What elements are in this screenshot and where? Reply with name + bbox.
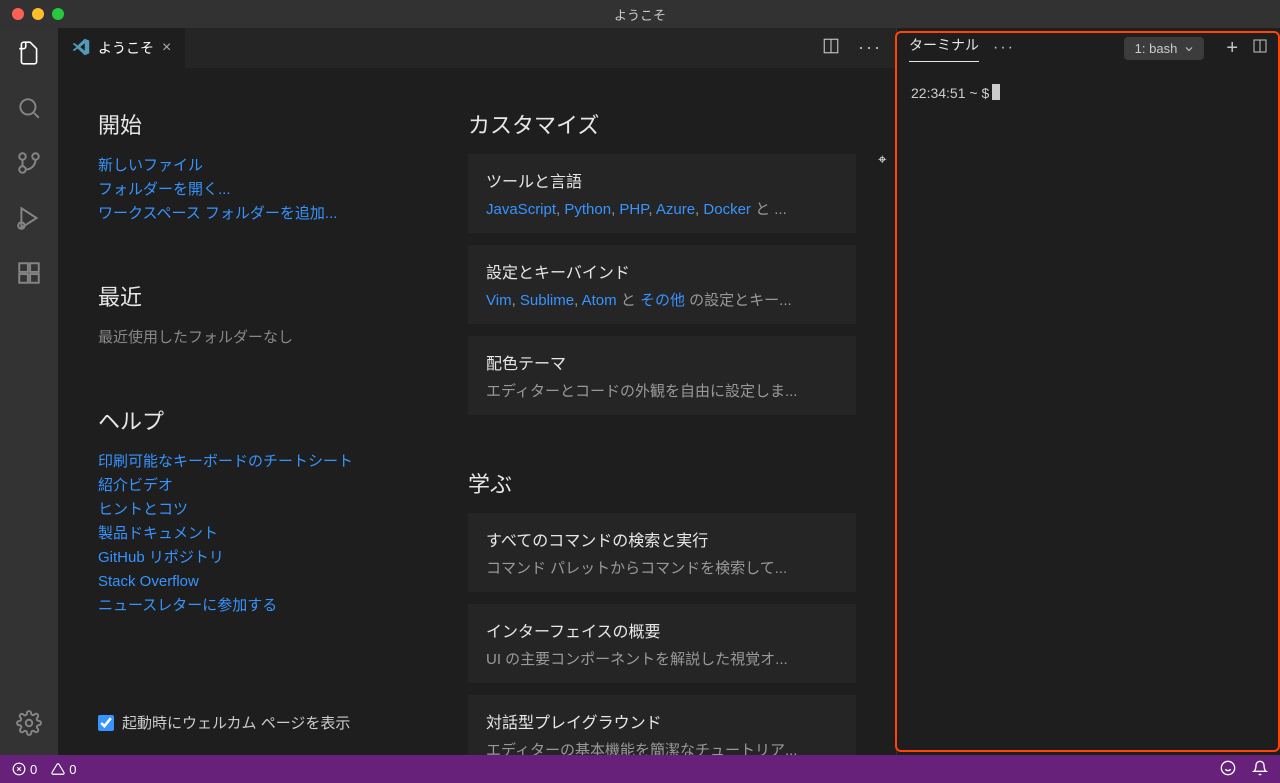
extensions-icon[interactable] [16,260,42,291]
activity-bar [0,28,58,755]
card-playground[interactable]: 対話型プレイグラウンド エディターの基本機能を簡潔なチュートリア... [468,695,856,755]
close-icon[interactable]: × [162,39,171,57]
cursor-icon: ⌖ [878,151,886,168]
recent-none: 最近使用したフォルダーなし [98,326,468,350]
open-folder-link[interactable]: フォルダーを開く... [98,178,468,202]
startup-checkbox-label: 起動時にウェルカム ページを表示 [122,712,350,733]
terminal-panel: ターミナル ··· 1: bash + 22:34:51 ~ $ [896,28,1280,755]
terminal-body[interactable]: 22:34:51 ~ $ [897,68,1280,118]
help-heading: ヘルプ [98,404,468,436]
vscode-icon [72,38,90,59]
minimize-window-button[interactable] [32,8,44,20]
help-intro-link[interactable]: 紹介ビデオ [98,474,468,498]
terminal-prompt: 22:34:51 ~ $ [911,85,989,101]
help-cheatsheet-link[interactable]: 印刷可能なキーボードのチートシート [98,450,468,474]
new-file-link[interactable]: 新しいファイル [98,154,468,178]
recent-heading: 最近 [98,280,468,312]
card-commands[interactable]: すべてのコマンドの検索と実行 コマンド パレットからコマンドを検索して... [468,513,856,592]
more-icon[interactable]: ··· [858,37,882,60]
help-newsletter-link[interactable]: ニュースレターに参加する [98,594,468,618]
terminal-tab[interactable]: ターミナル [909,35,979,62]
status-warnings[interactable]: 0 [51,762,76,777]
card-theme-title: 配色テーマ [486,350,838,374]
startup-checkbox[interactable]: 起動時にウェルカム ページを表示 [98,712,468,733]
new-terminal-icon[interactable]: + [1226,37,1238,60]
editor-tabs: ようこそ × ··· [58,28,896,68]
tab-welcome[interactable]: ようこそ × [58,28,185,68]
help-docs-link[interactable]: 製品ドキュメント [98,522,468,546]
settings-icon[interactable] [16,710,42,741]
close-window-button[interactable] [12,8,24,20]
help-tips-link[interactable]: ヒントとコツ [98,498,468,522]
status-bar: 0 0 [0,755,1280,783]
card-keys-title: 設定とキーバインド [486,259,838,283]
terminal-cursor [992,84,1000,100]
search-icon[interactable] [16,95,42,126]
terminal-select[interactable]: 1: bash [1124,37,1205,60]
card-tools[interactable]: ツールと言語 JavaScript, Python, PHP, Azure, D… [468,154,856,233]
startup-checkbox-input[interactable] [98,715,114,731]
help-stack-link[interactable]: Stack Overflow [98,570,468,594]
terminal-more-icon[interactable]: ··· [993,39,1015,57]
status-errors[interactable]: 0 [12,762,37,777]
split-editor-icon[interactable] [822,37,840,60]
learn-heading: 学ぶ [468,467,856,499]
card-tools-title: ツールと言語 [486,168,838,192]
tab-label: ようこそ [98,38,154,58]
start-heading: 開始 [98,108,468,140]
help-github-link[interactable]: GitHub リポジトリ [98,546,468,570]
feedback-icon[interactable] [1220,760,1236,779]
card-keybindings[interactable]: 設定とキーバインド Vim, Sublime, Atom と その他 の設定とキ… [468,245,856,324]
card-theme[interactable]: 配色テーマ エディターとコードの外観を自由に設定しま... [468,336,856,415]
debug-icon[interactable] [16,205,42,236]
explorer-icon[interactable] [16,40,42,71]
titlebar: ようこそ [0,0,1280,28]
card-keys-sub: Vim, Sublime, Atom と その他 の設定とキー... [486,289,838,310]
window-title: ようこそ [614,5,666,24]
card-tools-sub: JavaScript, Python, PHP, Azure, Docker と… [486,198,838,219]
card-theme-sub: エディターとコードの外観を自由に設定しま... [486,380,838,401]
split-terminal-icon[interactable] [1252,38,1268,59]
chevron-down-icon [1183,43,1195,58]
customize-heading: カスタマイズ [468,108,856,140]
source-control-icon[interactable] [16,150,42,181]
maximize-window-button[interactable] [52,8,64,20]
add-workspace-link[interactable]: ワークスペース フォルダーを追加... [98,202,468,226]
card-overview[interactable]: インターフェイスの概要 UI の主要コンポーネントを解説した視覚オ... [468,604,856,683]
notifications-icon[interactable] [1252,760,1268,779]
